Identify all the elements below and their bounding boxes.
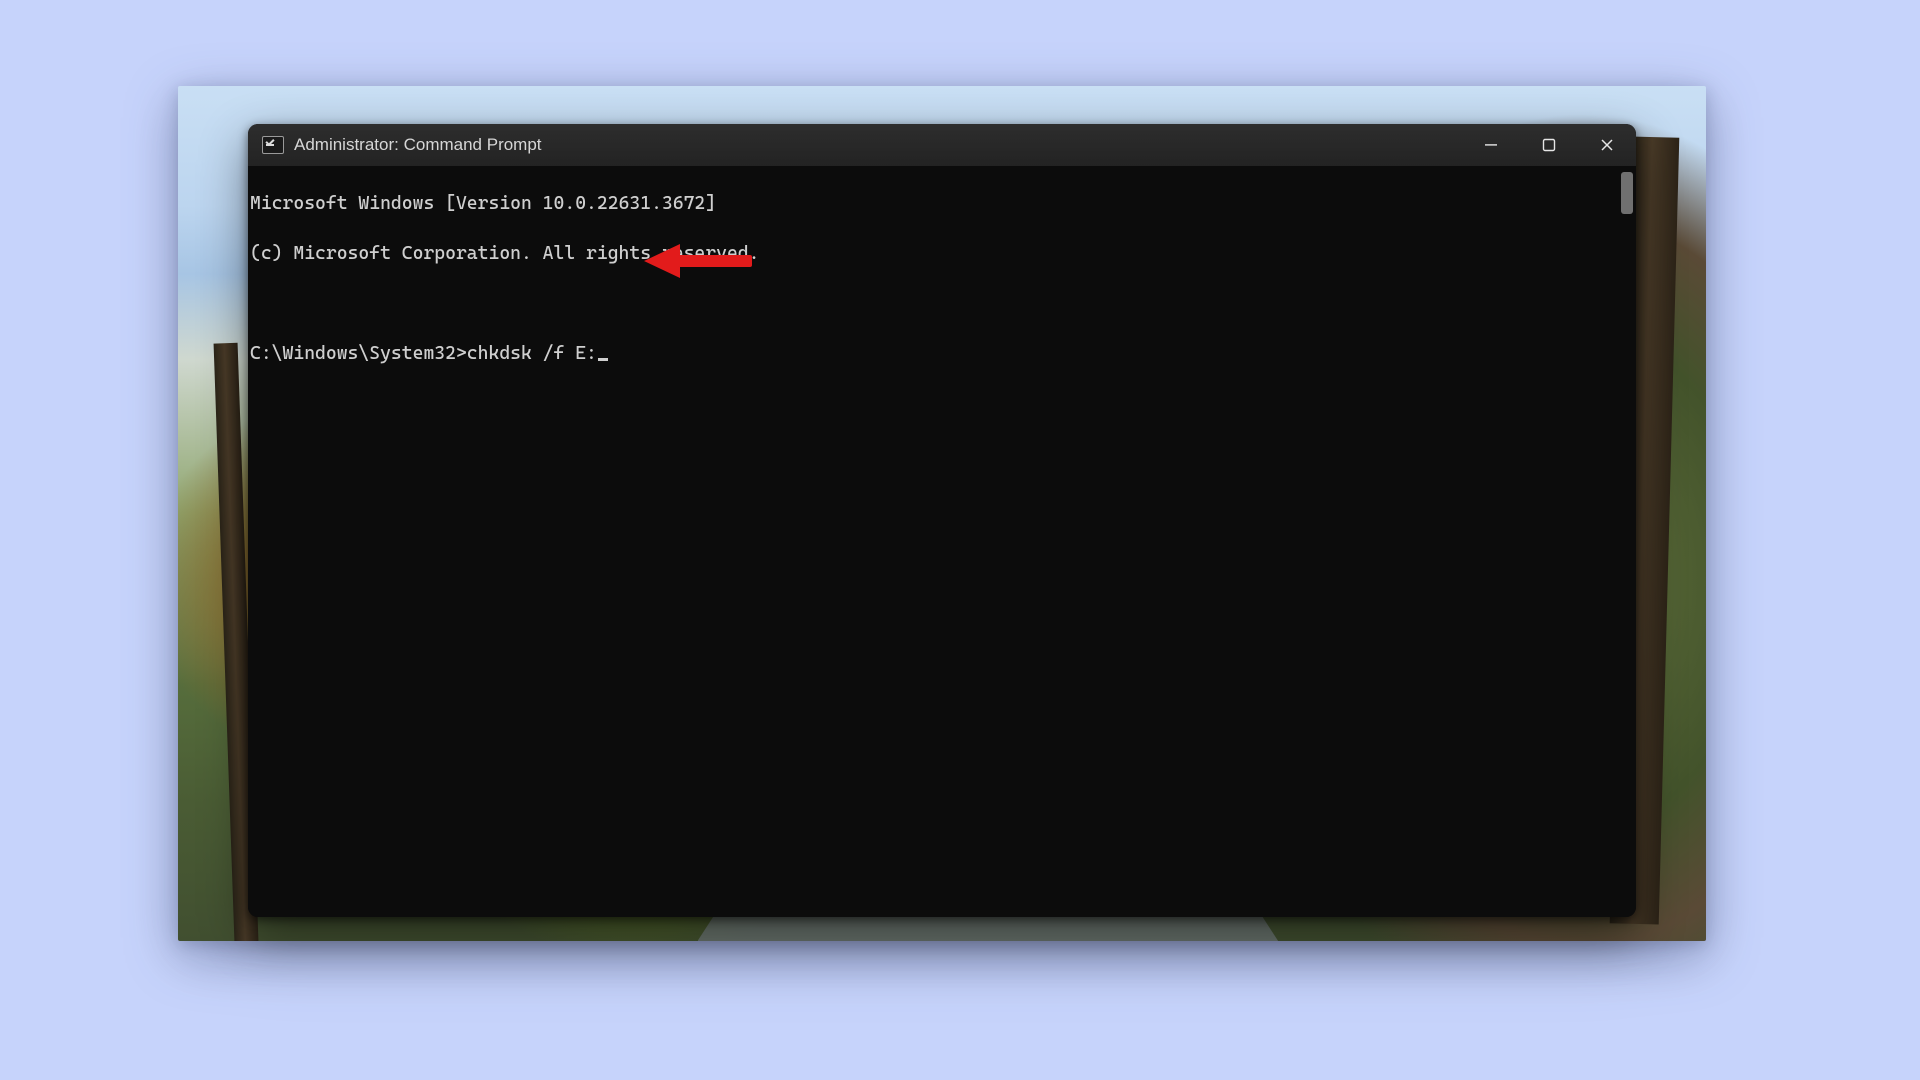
page-background: Administrator: Command Prompt (0, 0, 1920, 1080)
command-prompt-window[interactable]: Administrator: Command Prompt (248, 124, 1636, 917)
banner-line-2: (c) Microsoft Corporation. All rights re… (248, 241, 1636, 266)
prompt-path: C:\Windows\System32> (250, 343, 467, 364)
terminal-area[interactable]: Microsoft Windows [Version 10.0.22631.36… (248, 166, 1636, 917)
maximize-button[interactable] (1520, 124, 1578, 166)
minimize-icon (1484, 138, 1498, 152)
text-cursor (598, 358, 608, 361)
scrollbar-thumb[interactable] (1621, 172, 1633, 214)
prompt-line: C:\Windows\System32>chkdsk /f E: (248, 341, 1636, 366)
close-icon (1600, 138, 1614, 152)
close-button[interactable] (1578, 124, 1636, 166)
screenshot-frame: Administrator: Command Prompt (178, 86, 1706, 941)
minimize-button[interactable] (1462, 124, 1520, 166)
maximize-icon (1542, 138, 1556, 152)
window-title: Administrator: Command Prompt (294, 135, 542, 155)
cmd-icon (262, 136, 284, 154)
blank-line (248, 291, 1636, 316)
typed-command: chkdsk /f E: (467, 343, 597, 364)
titlebar[interactable]: Administrator: Command Prompt (248, 124, 1636, 166)
banner-line-1: Microsoft Windows [Version 10.0.22631.36… (248, 191, 1636, 216)
